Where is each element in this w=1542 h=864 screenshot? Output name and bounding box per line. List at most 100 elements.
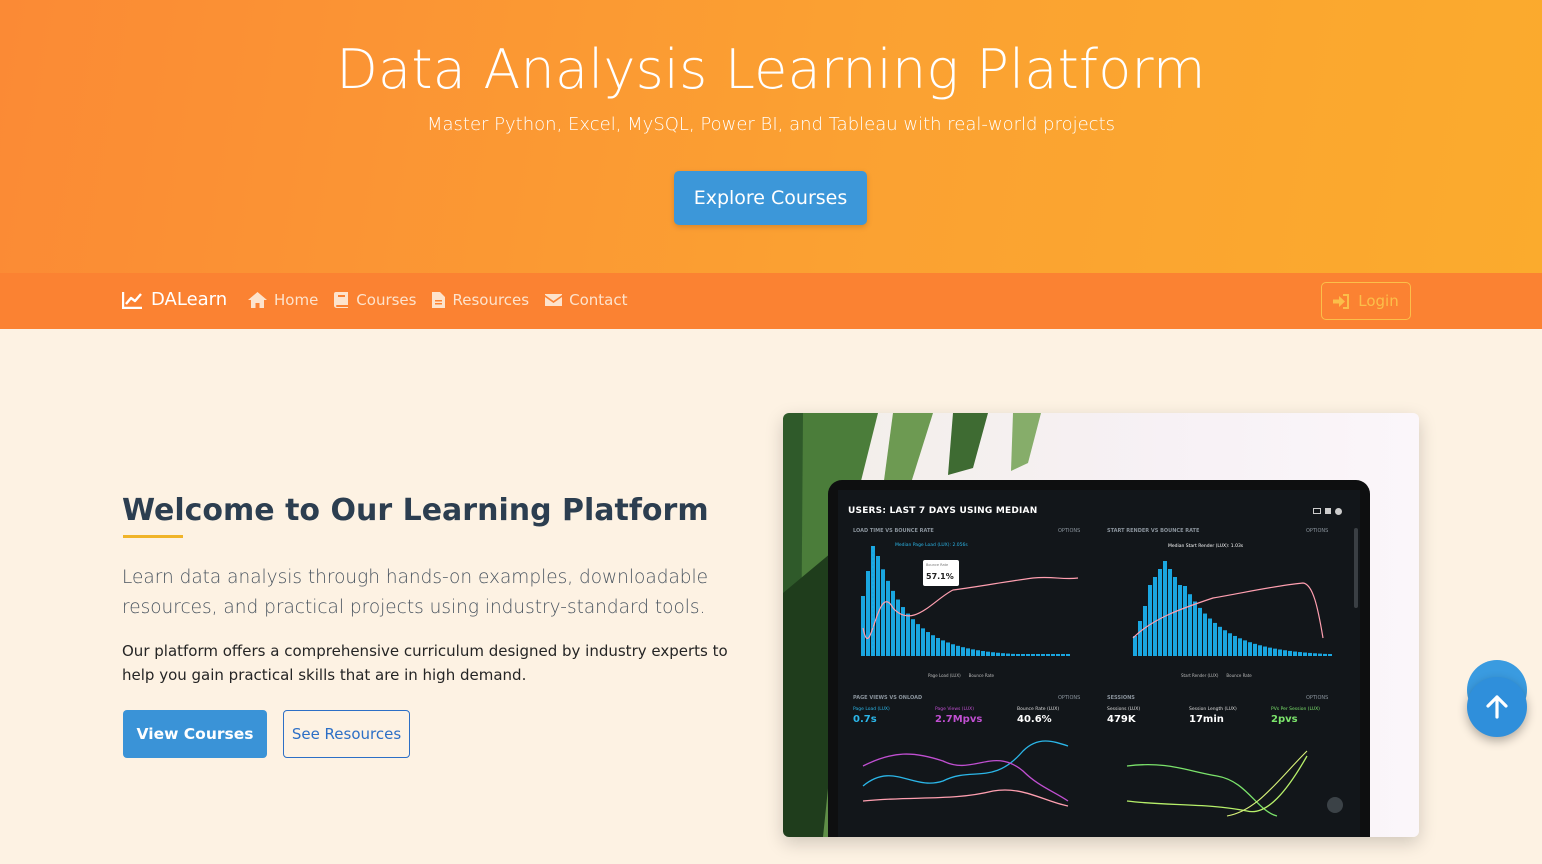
see-resources-button[interactable]: See Resources — [283, 710, 410, 758]
metric-label: Session Length (LUX) — [1189, 707, 1237, 712]
nav-item-contact[interactable]: Contact — [545, 291, 627, 309]
photo-bar — [1288, 650, 1292, 656]
dashboard-photo: USERS: LAST 7 DAYS USING MEDIAN LOAD TIM… — [783, 413, 1419, 837]
metric-2: Bounce Rate (LUX) 40.6% — [1017, 707, 1092, 725]
photo-bar — [1163, 561, 1167, 656]
metric-value: 2pvs — [1271, 714, 1298, 725]
photo-bar — [1183, 586, 1187, 656]
panel1-title: LOAD TIME VS BOUNCE RATE — [853, 528, 934, 534]
photo-bar — [1021, 654, 1025, 656]
nav-label-resources: Resources — [452, 291, 530, 309]
nav-label-home: Home — [274, 291, 319, 309]
hero-section: Data Analysis Learning Platform Master P… — [0, 0, 1542, 273]
book-icon — [334, 292, 349, 308]
hero-title: Data Analysis Learning Platform — [336, 38, 1206, 101]
photo-bar — [996, 652, 1000, 656]
photo-bar — [1168, 569, 1172, 656]
photo-bar — [1303, 652, 1307, 656]
photo-bar — [1198, 607, 1202, 656]
home-icon — [248, 292, 267, 308]
photo-bar — [1193, 601, 1197, 656]
tooltip-label: Bounce Rate — [926, 563, 949, 567]
panel3-chart — [862, 740, 1069, 807]
panel4-options: OPTIONS — [1306, 695, 1329, 701]
photo-bar — [1016, 654, 1020, 656]
photo-bar — [1153, 577, 1157, 656]
metric-4: Session Length (LUX) 17min — [1189, 707, 1264, 725]
panel2-footer: Start Render (LUX) Bounce Rate — [1181, 673, 1252, 678]
photo-bar — [961, 647, 965, 656]
back-to-top-button[interactable] — [1467, 677, 1527, 737]
photo-bar — [1031, 654, 1035, 656]
save-icon — [1325, 508, 1331, 514]
metric-3: Sessions (LUX) 479K — [1107, 707, 1182, 725]
photo-bar — [1243, 640, 1247, 656]
photo-bar — [1323, 653, 1327, 656]
photo-bar — [981, 651, 985, 656]
metric-label: PVs Per Session (LUX) — [1271, 707, 1320, 712]
photo-bar — [1228, 633, 1232, 656]
photo-bar — [1218, 626, 1222, 656]
photo-bar — [1203, 613, 1207, 656]
brand-link[interactable]: DALearn — [122, 289, 227, 310]
metric-value: 40.6% — [1017, 714, 1052, 725]
photo-bar — [1006, 653, 1010, 656]
photo-bar — [1036, 654, 1040, 656]
photo-bar — [916, 624, 920, 656]
panel1-footer: Page Load (LUX) Bounce Rate — [928, 673, 994, 678]
nav-item-home[interactable]: Home — [248, 291, 318, 309]
arrow-up-icon — [1486, 695, 1508, 719]
photo-bar — [1188, 594, 1192, 656]
photo-bar — [1148, 585, 1152, 656]
panel4-title: SESSIONS — [1107, 695, 1135, 701]
dashboard-header-icons — [1313, 508, 1342, 515]
nav-item-resources[interactable]: Resources — [432, 291, 529, 309]
photo-bar — [1268, 647, 1272, 656]
envelope-icon — [545, 294, 563, 306]
panel1-footer-bounce: Bounce Rate — [968, 673, 995, 678]
file-icon — [432, 292, 446, 308]
photo-bar — [866, 571, 870, 656]
sign-in-icon — [1333, 293, 1350, 309]
photo-bar — [1298, 652, 1302, 656]
photo-bar — [921, 628, 925, 656]
photo-bar — [1213, 622, 1217, 656]
photo-bar — [896, 599, 900, 656]
welcome-body: Our platform offers a comprehensive curr… — [122, 642, 728, 684]
photo-bar — [946, 642, 950, 656]
photo-bar — [1293, 651, 1297, 656]
photo-bar — [1046, 654, 1050, 656]
photo-bar — [1233, 635, 1237, 656]
photo-bar — [886, 580, 890, 656]
photo-bar — [971, 649, 975, 656]
nav-item-courses[interactable]: Courses — [334, 291, 416, 309]
photo-bar — [1313, 653, 1317, 656]
panel3-options: OPTIONS — [1058, 695, 1081, 701]
photo-bar — [891, 590, 895, 656]
photo-bar — [936, 637, 940, 656]
view-courses-button[interactable]: View Courses — [123, 710, 267, 758]
welcome-title: Welcome to Our Learning Platform — [122, 493, 709, 528]
photo-bar — [926, 632, 930, 656]
nav-menu: Home Courses Resources Contact — [248, 291, 627, 309]
welcome-lead: Learn data analysis through hands-on exa… — [122, 567, 709, 618]
photo-bar — [1258, 645, 1262, 656]
login-button[interactable]: Login — [1321, 282, 1411, 320]
photo-bar — [1173, 577, 1177, 656]
panel2-options: OPTIONS — [1306, 528, 1329, 534]
navbar: DALearn Home Courses Resources Contact L… — [0, 273, 1542, 329]
tooltip: Bounce Rate 57.1% — [923, 560, 959, 586]
photo-bar — [1143, 606, 1147, 656]
photo-bar — [1056, 654, 1060, 656]
brand-name: DALearn — [151, 289, 228, 310]
metric-label: Page Views (LUX) — [935, 707, 974, 712]
title-underline — [123, 535, 183, 538]
chat-icon[interactable] — [1327, 797, 1343, 813]
explore-courses-button[interactable]: Explore Courses — [674, 171, 867, 225]
photo-bar — [1158, 569, 1162, 656]
hero-subtitle: Master Python, Excel, MySQL, Power BI, a… — [426, 114, 1116, 135]
photo-bar — [1308, 652, 1312, 656]
photo-bar — [1248, 642, 1252, 656]
metric-label: Bounce Rate (LUX) — [1017, 707, 1060, 712]
panel2-footer-render: Start Render (LUX) — [1181, 673, 1219, 678]
